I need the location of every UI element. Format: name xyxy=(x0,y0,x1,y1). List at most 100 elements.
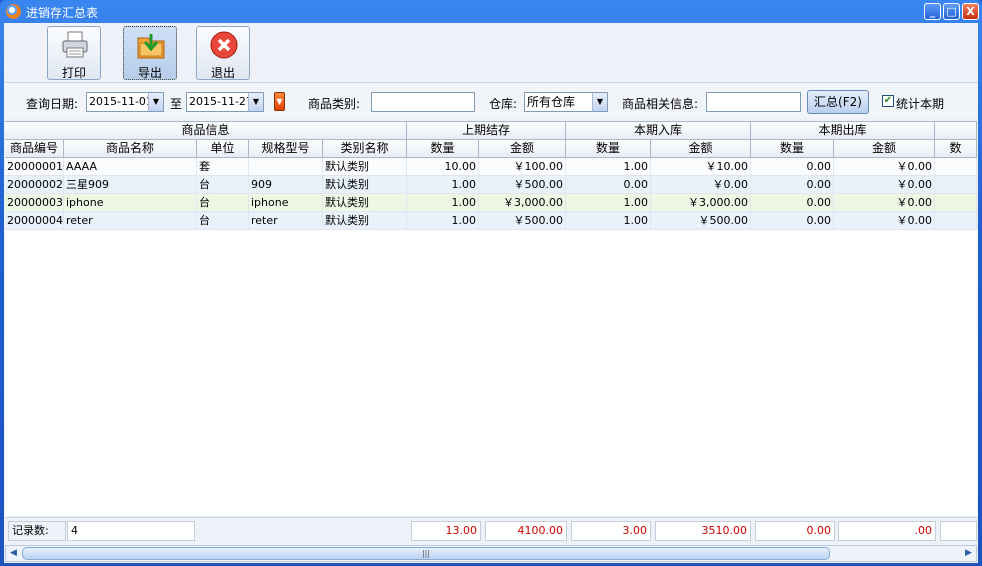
info-label: 商品相关信息: xyxy=(622,97,699,111)
footer-total: 4100.00 xyxy=(485,521,567,541)
summary-button[interactable]: 汇总(F2) xyxy=(807,90,869,114)
query-date-label: 查询日期: xyxy=(26,97,79,111)
table-cell: 台 xyxy=(197,212,249,229)
date-to-dropdown-icon[interactable]: ▼ xyxy=(248,93,263,111)
horizontal-scrollbar[interactable]: ◀ ||| ▶ xyxy=(5,545,977,562)
group-product-info: 商品信息 xyxy=(5,122,407,140)
table-cell: ￥3,000.00 xyxy=(651,194,751,211)
footer-total: 0.00 xyxy=(755,521,835,541)
table-cell: ￥0.00 xyxy=(834,158,935,175)
minimize-button[interactable]: _ xyxy=(924,3,941,20)
table-row[interactable]: 20000001 AAAA 套 默认类别 10.00 ￥100.00 1.00 ￥10.00 0… xyxy=(5,158,977,176)
table-cell: 套 xyxy=(197,158,249,175)
table-cell: AAAA xyxy=(64,158,197,175)
warehouse-select[interactable]: 所有仓库 ▼ xyxy=(524,92,608,112)
date-from-dropdown-icon[interactable]: ▼ xyxy=(148,93,163,111)
footer-total: 3.00 xyxy=(571,521,651,541)
table-cell: ￥500.00 xyxy=(479,212,566,229)
table-cell: 默认类别 xyxy=(323,212,407,229)
table-cell: 默认类别 xyxy=(323,176,407,193)
maximize-button[interactable]: □ xyxy=(943,3,960,20)
table-cell: 0.00 xyxy=(751,212,834,229)
record-count-label: 记录数: xyxy=(8,521,66,541)
table-cell: ￥500.00 xyxy=(479,176,566,193)
close-button[interactable]: X xyxy=(962,3,979,20)
table-cell: 1.00 xyxy=(407,212,479,229)
export-label: 导出 xyxy=(137,66,162,80)
date-from-value: 2015-11-01 xyxy=(89,95,153,108)
table-row[interactable]: 20000004 reter 台 reter 默认类别 1.00 ￥500.00 1.00 ￥5… xyxy=(5,212,977,230)
footer-total: .00 xyxy=(838,521,936,541)
table-cell: 20000001 xyxy=(7,158,64,175)
export-button[interactable]: 导出 xyxy=(123,26,177,80)
calendar-button-icon[interactable]: ▼ xyxy=(274,92,285,111)
table-cell: 1.00 xyxy=(407,194,479,211)
column-header[interactable]: 数 xyxy=(935,140,977,158)
table-cell: reter xyxy=(249,212,323,229)
table-cell: reter xyxy=(64,212,197,229)
printer-icon xyxy=(62,31,88,58)
table-cell: 0.00 xyxy=(751,158,834,175)
footer-total: 13.00 xyxy=(411,521,481,541)
filter-bar: 查询日期: 2015-11-01 ▼ 至 2015-11-27 ▼ ▼ 商品类别… xyxy=(4,84,978,118)
group-prior-balance: 上期结存 xyxy=(407,122,566,140)
title-bar[interactable]: 进销存汇总表 _ □ X xyxy=(0,0,982,23)
table-cell: 台 xyxy=(197,194,249,211)
column-header[interactable]: 金额 xyxy=(834,140,935,158)
table-cell-filler xyxy=(935,158,977,175)
category-input[interactable] xyxy=(371,92,475,112)
table-cell: 20000002 xyxy=(7,176,64,193)
table-cell: ￥0.00 xyxy=(834,212,935,229)
table-row[interactable]: 20000003 iphone 台 iphone 默认类别 1.00 ￥3,000.00 1.… xyxy=(5,194,977,212)
column-header[interactable]: 数量 xyxy=(566,140,651,158)
table-cell: ￥0.00 xyxy=(834,176,935,193)
to-label: 至 xyxy=(170,97,183,111)
stat-period-checkbox[interactable]: ✔ xyxy=(882,95,894,107)
column-header[interactable]: 金额 xyxy=(651,140,751,158)
table-cell: 0.00 xyxy=(566,176,651,193)
column-header[interactable]: 数量 xyxy=(407,140,479,158)
warehouse-value: 所有仓库 xyxy=(527,95,576,109)
warehouse-dropdown-icon[interactable]: ▼ xyxy=(592,93,607,111)
table-cell: ￥500.00 xyxy=(651,212,751,229)
record-count-value: 4 xyxy=(67,521,195,541)
summary-table: 商品信息 上期结存 本期入库 本期出库 商品编号 商品名称 单位 规格型号 类别名称 数量 金额 数量… xyxy=(5,121,977,516)
column-header[interactable]: 单位 xyxy=(197,140,249,158)
column-header[interactable]: 类别名称 xyxy=(323,140,407,158)
table-cell: 10.00 xyxy=(407,158,479,175)
table-cell: ￥0.00 xyxy=(834,194,935,211)
column-header[interactable]: 商品名称 xyxy=(64,140,197,158)
window-title: 进销存汇总表 xyxy=(26,6,99,20)
group-header-filler xyxy=(935,122,977,140)
table-cell: iphone xyxy=(64,194,197,211)
date-to-value: 2015-11-27 xyxy=(189,95,253,108)
column-header[interactable]: 数量 xyxy=(751,140,834,158)
print-button[interactable]: 打印 xyxy=(47,26,101,80)
footer-total xyxy=(940,521,977,541)
info-input[interactable] xyxy=(706,92,801,112)
group-period-in: 本期入库 xyxy=(566,122,751,140)
table-cell: 默认类别 xyxy=(323,158,407,175)
table-cell: 20000003 xyxy=(7,194,64,211)
date-from-picker[interactable]: 2015-11-01 ▼ xyxy=(86,92,164,112)
client-area: 打印 导出 退出 查询日期: 2015-11-01 ▼ 至 2015-11-27… xyxy=(4,23,978,563)
group-period-out: 本期出库 xyxy=(751,122,935,140)
scroll-thumb[interactable]: ||| xyxy=(22,547,830,560)
column-header[interactable]: 金额 xyxy=(479,140,566,158)
stat-period-label: 统计本期 xyxy=(896,97,945,111)
table-row[interactable]: 20000002 三星909 台 909 默认类别 1.00 ￥500.00 0.00 ￥0.0… xyxy=(5,176,977,194)
column-header[interactable]: 商品编号 xyxy=(5,140,64,158)
table-cell: 三星909 xyxy=(64,176,197,193)
app-window: 进销存汇总表 _ □ X 打印 导出 退出 查询日期: 2015-11-01 ▼ xyxy=(0,0,982,566)
exit-icon xyxy=(210,31,238,59)
table-cell: ￥0.00 xyxy=(651,176,751,193)
table-cell: 0.00 xyxy=(751,176,834,193)
table-cell: iphone xyxy=(249,194,323,211)
scroll-right-icon[interactable]: ▶ xyxy=(961,546,976,561)
column-header[interactable]: 规格型号 xyxy=(249,140,323,158)
exit-button[interactable]: 退出 xyxy=(196,26,250,80)
app-icon xyxy=(6,4,21,19)
scroll-left-icon[interactable]: ◀ xyxy=(6,546,21,561)
table-cell: 默认类别 xyxy=(323,194,407,211)
date-to-picker[interactable]: 2015-11-27 ▼ xyxy=(186,92,264,112)
